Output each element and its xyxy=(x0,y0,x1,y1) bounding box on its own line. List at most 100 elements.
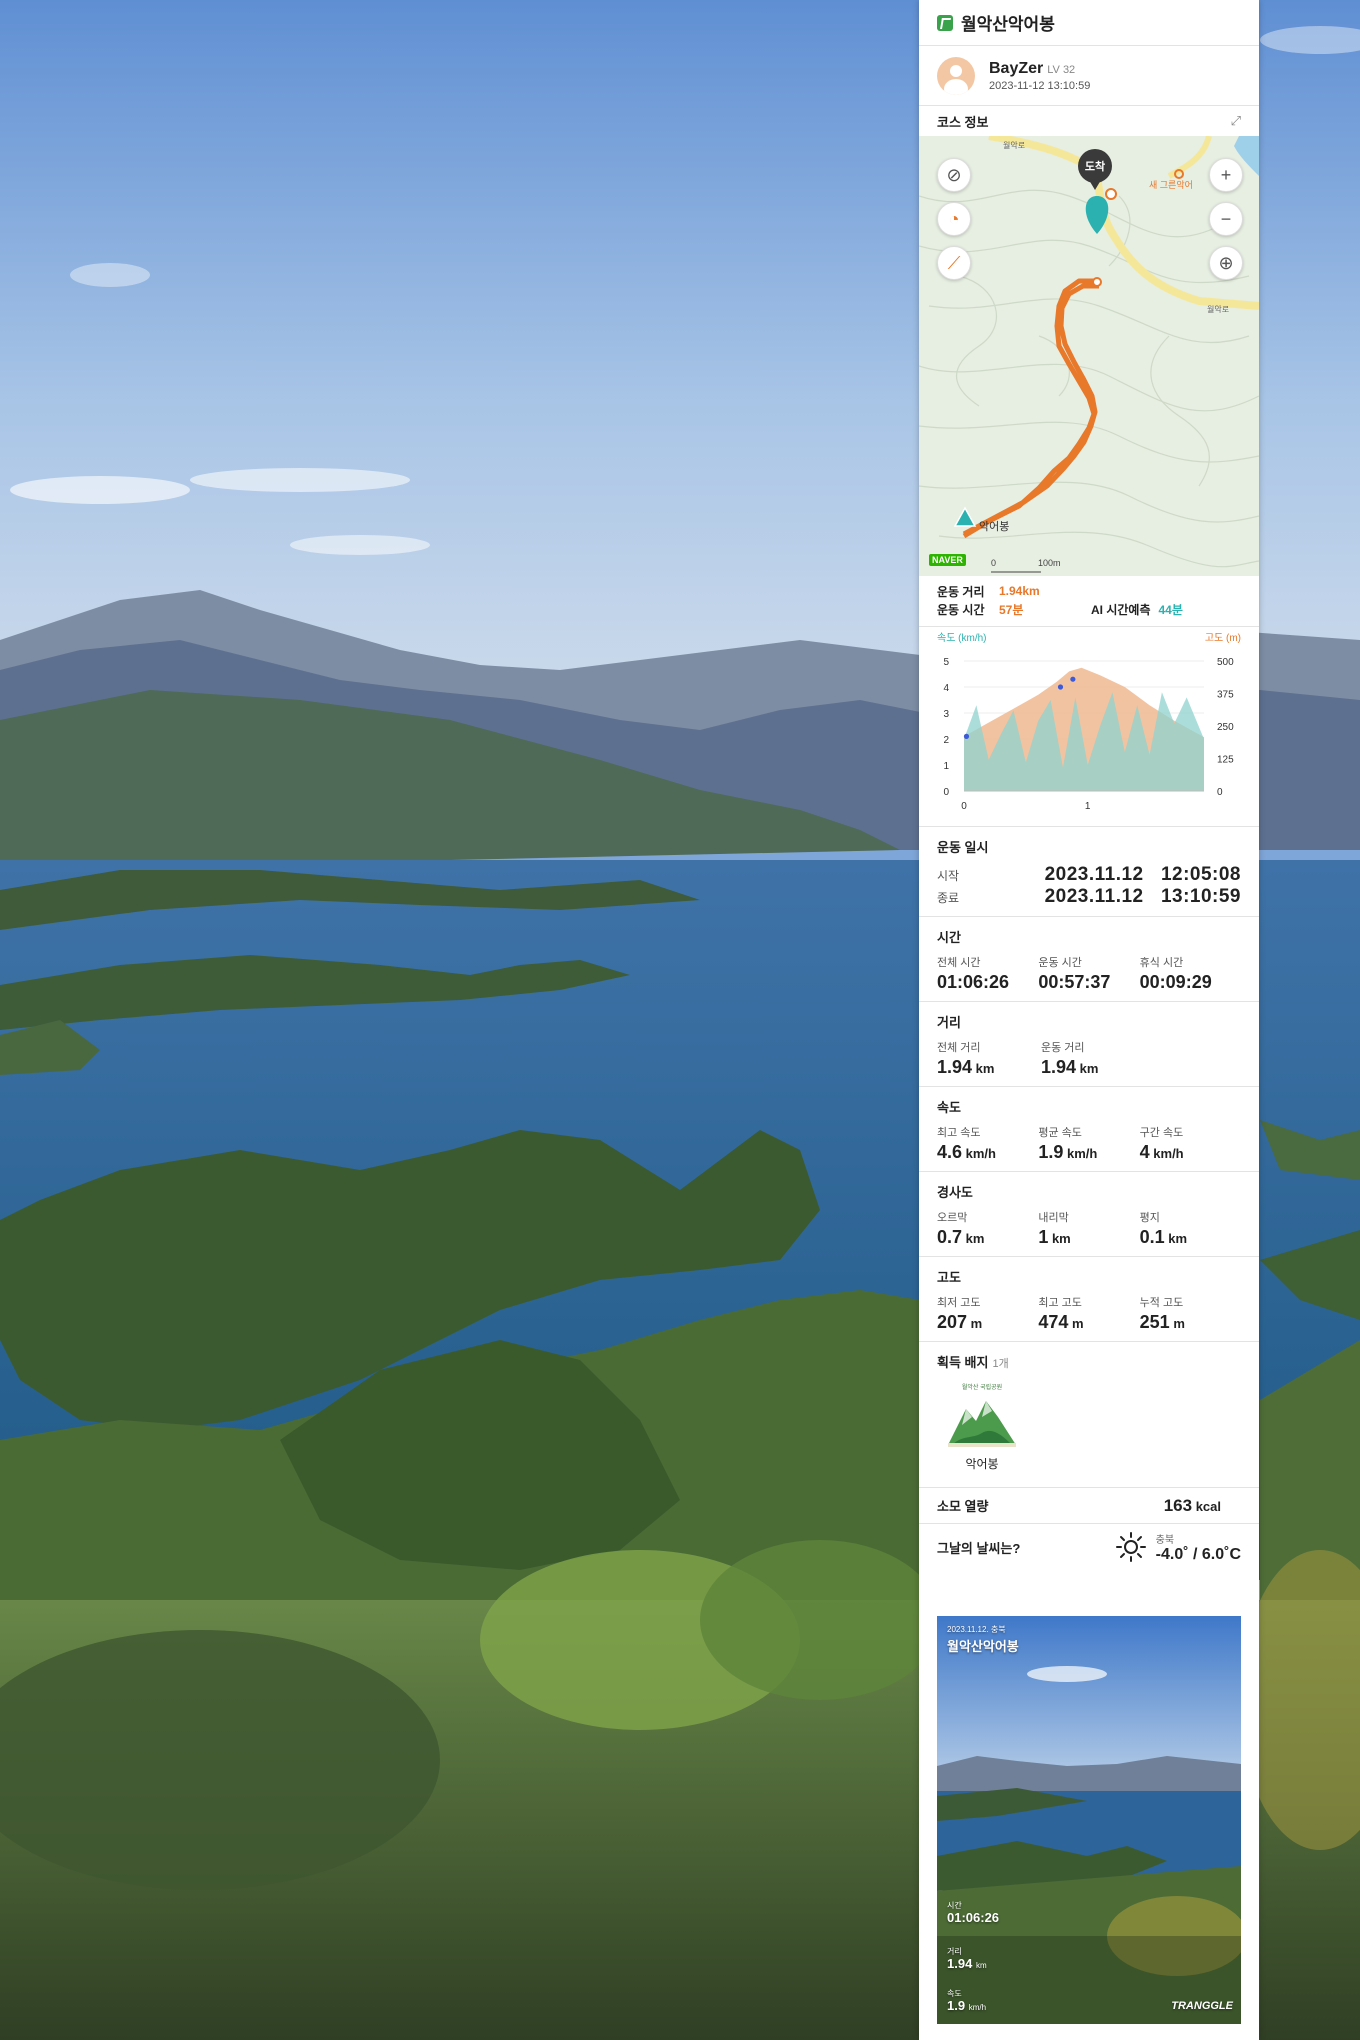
course-info-header: 코스 정보 ⤢ xyxy=(919,106,1259,136)
y-right-tick-label: 500 xyxy=(1217,657,1234,668)
weather-label: 그날의 날씨는? xyxy=(937,1540,1021,1556)
tranggle-app-icon xyxy=(937,14,953,31)
hike-record-panel: 월악산악어봉 BayZer LV 32 2023-11-12 13:10:59 코… xyxy=(919,0,1259,2040)
y-right-tick-label: 125 xyxy=(1217,755,1234,766)
calories-unit: kcal xyxy=(1192,1498,1221,1514)
y-left-tick-label: 5 xyxy=(943,657,949,668)
zoom-in-button[interactable]: + xyxy=(1209,158,1243,192)
distance-block-title: 거리 xyxy=(937,1015,961,1030)
y-left-tick-label: 1 xyxy=(943,761,949,772)
slope-block: 경사도 오르막 0.7 km 내리막 1 km 평지 0.1 km xyxy=(919,1172,1259,1257)
avatar[interactable] xyxy=(937,56,975,95)
badge-block: 획득 배지 1개 월악산 국립공원 악어봉 xyxy=(919,1342,1259,1488)
route-map[interactable]: 월악로 월악로 도착 새 그른악어 악어봉 ⊘ ◔ ⟋ + − ⊕ NAVER … xyxy=(919,136,1259,576)
time-block-title: 시간 xyxy=(937,930,961,945)
record-datetime: 2023-11-12 13:10:59 xyxy=(989,79,1091,92)
compass-off-button[interactable]: ⊘ xyxy=(937,158,971,192)
flat-label: 평지 xyxy=(1139,1212,1160,1224)
badge-item[interactable]: 월악산 국립공원 악어봉 xyxy=(937,1379,1027,1472)
locate-me-button[interactable]: ⊕ xyxy=(1209,246,1243,280)
end-label: 종료 xyxy=(937,890,960,905)
zoom-out-button[interactable]: − xyxy=(1209,202,1243,236)
moving-distance-label: 운동 거리 xyxy=(1041,1042,1085,1054)
user-level: LV 32 xyxy=(1047,63,1076,76)
datetime-block: 운동 일시 시작 2023.11.12 12:05:08 종료 2023.11.12… xyxy=(919,827,1259,917)
uphill-label: 오르막 xyxy=(937,1212,968,1224)
flat-value: 0.1 xyxy=(1139,1227,1165,1247)
share-card[interactable]: 2023.11.12. 충북 월악산악어봉 시간 01:06:26 거리 1.9… xyxy=(937,1616,1241,2024)
avg-speed-label: 평균 속도 xyxy=(1038,1127,1082,1139)
min-altitude-value: 207 xyxy=(937,1312,968,1332)
card-time-value: 01:06:26 xyxy=(947,1910,1000,1925)
rest-time-value: 00:09:29 xyxy=(1139,972,1212,992)
sun-icon xyxy=(1115,1532,1146,1562)
cumulative-altitude-value: 251 xyxy=(1139,1312,1170,1332)
moving-time-label: 운동 시간 xyxy=(1038,957,1082,969)
altitude-block: 고도 최저 고도 207 m 최고 고도 474 m 누적 고도 251 m xyxy=(919,1257,1259,1342)
expand-icon[interactable]: ⤢ xyxy=(1231,113,1241,129)
max-altitude-value: 474 xyxy=(1038,1312,1069,1332)
speed-block: 속도 최고 속도 4.6 km/h 평균 속도 1.9 km/h 구간 속도 4 km… xyxy=(919,1087,1259,1172)
downhill-value: 1 xyxy=(1038,1227,1049,1247)
cumulative-altitude-unit: m xyxy=(1169,1316,1185,1331)
user-name: BayZer xyxy=(989,59,1044,77)
crocodile-peak-badge-icon: 월악산 국립공원 xyxy=(948,1383,1016,1447)
end-value: 2023.11.12 13:10:59 xyxy=(1044,886,1241,907)
map-canvas: 월악로 월악로 도착 새 그른악어 악어봉 xyxy=(919,136,1259,573)
speed-altitude-chart: 속도 (km/h) 고도 (m) 5 4 3 2 1 0 500 375 250 125 0 0 1 xyxy=(919,627,1259,827)
peak-label: 악어봉 xyxy=(979,520,1009,533)
slope-block-title: 경사도 xyxy=(937,1185,973,1200)
y-right-tick-label: 250 xyxy=(1217,722,1234,733)
course-title: 월악산악어봉 xyxy=(961,15,1055,34)
start-label: 시작 xyxy=(937,868,960,883)
y-left-axis-label: 속도 (km/h) xyxy=(937,632,987,644)
y-left-tick-label: 2 xyxy=(943,735,949,746)
time-value: 57분 xyxy=(999,602,1024,617)
badge-name: 악어봉 xyxy=(965,1457,999,1471)
downhill-unit: km xyxy=(1048,1231,1071,1246)
route-layer-button[interactable]: ⟋ xyxy=(937,246,971,280)
calories-value: 163 xyxy=(1163,1495,1193,1515)
y-right-axis-label: 고도 (m) xyxy=(1205,633,1241,644)
min-altitude-unit: m xyxy=(967,1316,983,1331)
cumulative-altitude-label: 누적 고도 xyxy=(1139,1297,1184,1309)
arrival-marker-label: 도착 xyxy=(1085,159,1105,173)
avg-speed-unit: km/h xyxy=(1063,1146,1098,1161)
y-right-tick-label: 375 xyxy=(1217,690,1234,701)
uphill-value: 0.7 xyxy=(937,1227,963,1247)
user-row[interactable]: BayZer LV 32 2023-11-12 13:10:59 xyxy=(919,46,1259,106)
distance-block: 거리 전체 거리 1.94 km 운동 거리 1.94 km xyxy=(919,1002,1259,1087)
time-label: 운동 시간 xyxy=(937,602,985,617)
time-block: 시간 전체 시간 01:06:26 운동 시간 00:57:37 휴식 시간 00:0… xyxy=(919,917,1259,1002)
badge-title: 획득 배지 xyxy=(937,1355,989,1370)
card-distance-unit: km xyxy=(975,1961,987,1970)
trangle-logo: TRANGGLE xyxy=(1171,2000,1233,2012)
max-altitude-unit: m xyxy=(1068,1316,1084,1331)
speed-point xyxy=(1057,684,1064,690)
y-left-tick-label: 3 xyxy=(943,709,949,720)
datetime-title: 운동 일시 xyxy=(937,840,989,855)
x-tick-label: 0 xyxy=(961,801,967,812)
speed-point xyxy=(963,733,970,739)
map-scale: 0 100m xyxy=(991,558,1061,568)
speed-layer-button[interactable]: ◔ xyxy=(937,202,971,236)
chart-svg: 속도 (km/h) 고도 (m) 5 4 3 2 1 0 500 375 250 125 0 0 1 xyxy=(937,632,1241,812)
course-summary: 운동 거리 1.94km 운동 시간 57분 AI 시간예측 44분 xyxy=(919,576,1259,627)
place-label: 새 그른악어 xyxy=(1149,179,1193,190)
ai-estimate-label: AI 시간예측 xyxy=(1091,602,1151,617)
downhill-label: 내리막 xyxy=(1038,1212,1069,1224)
total-distance-label: 전체 거리 xyxy=(937,1042,981,1054)
card-speed-unit: km/h xyxy=(968,2003,987,2012)
max-speed-value: 4.6 xyxy=(937,1142,963,1162)
card-speed-value: 1.9 xyxy=(947,1998,966,2013)
rest-time-label: 휴식 시간 xyxy=(1139,957,1184,969)
route-line xyxy=(962,278,1099,539)
course-info-title: 코스 정보 xyxy=(937,114,989,130)
moving-time-value: 00:57:37 xyxy=(1038,972,1111,992)
panel-header: 월악산악어봉 xyxy=(919,0,1259,46)
card-title: 월악산악어봉 xyxy=(947,1639,1019,1654)
y-left-tick-label: 0 xyxy=(943,787,949,798)
start-value: 2023.11.12 12:05:08 xyxy=(1044,864,1241,885)
scale-zero: 0 xyxy=(991,558,997,568)
calories-label: 소모 열량 xyxy=(937,1499,989,1514)
